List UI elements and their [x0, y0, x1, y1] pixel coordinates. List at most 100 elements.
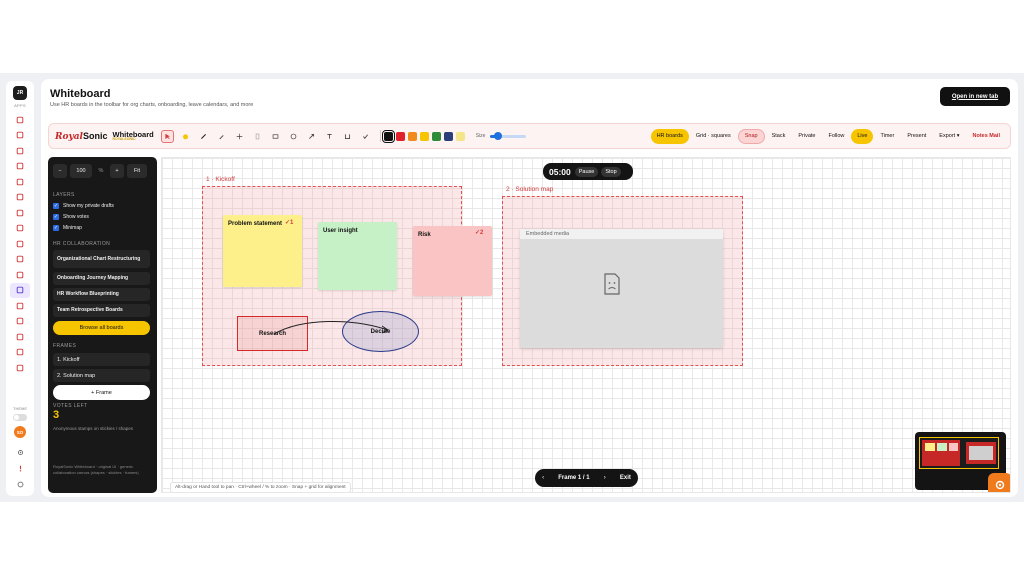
open-new-tab-button[interactable]: Open in new tab [940, 87, 1010, 106]
notes-mail-button[interactable]: Notes Mail [966, 129, 1006, 144]
layer-label: Show my private drafts [63, 203, 114, 209]
zoom-out-button[interactable]: − [53, 164, 67, 178]
page-subtitle: Use HR boards in the toolbar for org cha… [50, 102, 254, 108]
live-button[interactable]: Live [851, 128, 874, 144]
export-button[interactable]: Export ▾ [933, 129, 965, 144]
cloud-icon[interactable] [6, 205, 34, 221]
present-button[interactable]: Present [901, 129, 932, 144]
votes-help: Anonymous stamps on stickies / shapes [53, 426, 134, 431]
color-swatch[interactable] [381, 129, 395, 143]
zoom-value[interactable]: 100 [70, 164, 92, 178]
zoom-controls: − 100 % + Fit [53, 164, 150, 178]
user-avatar[interactable]: SO [14, 426, 26, 438]
layer-toggle[interactable]: ✓ Show my private drafts [53, 203, 114, 209]
assistant-fab[interactable] [988, 473, 1010, 492]
size-label: Size [475, 133, 486, 139]
ellipse-tool-icon[interactable] [287, 130, 300, 143]
text-tool-icon[interactable] [323, 130, 336, 143]
logout-icon[interactable] [6, 476, 34, 492]
layers-heading: LAYERS [53, 192, 75, 198]
template-retrospective[interactable]: Team Retrospective Boards [53, 304, 150, 317]
notes-icon[interactable] [6, 360, 34, 376]
frame-tool-icon[interactable] [341, 130, 354, 143]
snap-button[interactable]: Snap [737, 128, 765, 144]
rectangle-tool-icon[interactable] [269, 130, 282, 143]
pen-tool-icon[interactable] [197, 130, 210, 143]
stack-button[interactable]: Stack [766, 129, 792, 144]
settings-icon[interactable] [6, 444, 34, 460]
workspace-avatar[interactable]: JR [13, 86, 27, 100]
toolbar-divider [379, 130, 381, 142]
mail-icon[interactable] [6, 112, 34, 128]
grid-icon[interactable] [6, 345, 34, 361]
size-slider[interactable] [490, 132, 527, 140]
minimap-viewport[interactable] [919, 437, 999, 469]
fit-button[interactable]: Fit [127, 164, 147, 178]
template-workflow[interactable]: HR Workflow Blueprinting [53, 288, 150, 301]
tool-group [160, 129, 377, 143]
arrow-tool-icon[interactable] [305, 130, 318, 143]
page-title: Whiteboard [50, 88, 111, 100]
layer-toggle[interactable]: ✓ Minimap [53, 225, 82, 231]
rail-bottom: THEME SO [6, 406, 34, 492]
checkbox-icon[interactable]: ✓ [53, 214, 59, 220]
inbox-icon[interactable] [6, 190, 34, 206]
broken-document-icon [602, 273, 622, 300]
checkbox-icon[interactable]: ✓ [53, 203, 59, 209]
frame-item-kickoff[interactable]: 1. Kickoff [53, 353, 150, 366]
next-frame-button[interactable]: › [604, 475, 606, 481]
document-icon[interactable] [6, 252, 34, 268]
layer-toggle[interactable]: ✓ Show votes [53, 214, 89, 220]
embedded-media[interactable]: Embedded media [520, 229, 723, 348]
help-icon[interactable] [6, 329, 34, 345]
brand-subtitle: ROYALSONIC [112, 137, 136, 141]
zoom-in-button[interactable]: + [110, 164, 124, 178]
hand-tool-icon[interactable] [179, 130, 192, 143]
private-button[interactable]: Private [792, 129, 821, 144]
app-rail: JR APPS THEME SO [6, 81, 34, 496]
color-swatch[interactable] [443, 131, 453, 141]
checkbox-icon[interactable]: ✓ [53, 225, 59, 231]
bell-icon[interactable] [6, 174, 34, 190]
exit-button[interactable]: Exit [620, 475, 631, 481]
board-sidebar: − 100 % + Fit LAYERS ✓ Show my private dr… [48, 157, 157, 493]
chart-icon[interactable] [6, 314, 34, 330]
size-slider-knob[interactable] [493, 132, 502, 140]
marker-tool-icon[interactable] [215, 130, 228, 143]
frame-item-solution-map[interactable]: 2. Solution map [53, 369, 150, 382]
logo-royal: Royal [55, 131, 83, 142]
color-swatch[interactable] [431, 131, 441, 141]
video-icon[interactable] [6, 298, 34, 314]
add-frame-button[interactable]: + Frame [53, 385, 150, 400]
hr-boards-button[interactable]: HR boards [650, 128, 689, 144]
votes-left-count: 3 [53, 409, 60, 421]
royalsonic-logo: RoyalSonic [55, 131, 107, 142]
whiteboard-canvas[interactable]: 05:00 Pause Stop 1 · Kickoff 2 · Solutio… [161, 157, 1011, 493]
frame-nav-label: Frame 1 / 1 [558, 475, 590, 481]
theme-label: THEME [13, 406, 27, 411]
list-icon[interactable] [6, 267, 34, 283]
grid-button[interactable]: Grid · squares [690, 129, 737, 144]
whiteboard-icon[interactable] [10, 282, 30, 298]
checkbox-icon[interactable] [6, 159, 34, 175]
calendar-icon[interactable] [6, 143, 34, 159]
color-swatch[interactable] [455, 131, 465, 141]
template-org-chart[interactable]: Organizational Chart Restructuring [53, 250, 150, 268]
color-swatch[interactable] [395, 131, 405, 141]
color-swatch[interactable] [407, 131, 417, 141]
prev-frame-button[interactable]: ‹ [542, 475, 544, 481]
color-swatch[interactable] [419, 131, 429, 141]
vote-tool-icon[interactable] [359, 130, 372, 143]
users-icon[interactable] [6, 128, 34, 144]
template-onboarding[interactable]: Onboarding Journey Mapping [53, 272, 150, 285]
browse-boards-button[interactable]: Browse all boards [53, 321, 150, 335]
theme-toggle[interactable] [13, 414, 27, 421]
alert-icon[interactable] [6, 460, 34, 476]
select-tool-icon[interactable] [160, 129, 174, 143]
timer-button[interactable]: Timer [874, 129, 900, 144]
sticky-tool-icon[interactable] [251, 130, 264, 143]
follow-button[interactable]: Follow [822, 129, 850, 144]
laser-tool-icon[interactable] [233, 130, 246, 143]
team-icon[interactable] [6, 236, 34, 252]
lock-icon[interactable] [6, 221, 34, 237]
